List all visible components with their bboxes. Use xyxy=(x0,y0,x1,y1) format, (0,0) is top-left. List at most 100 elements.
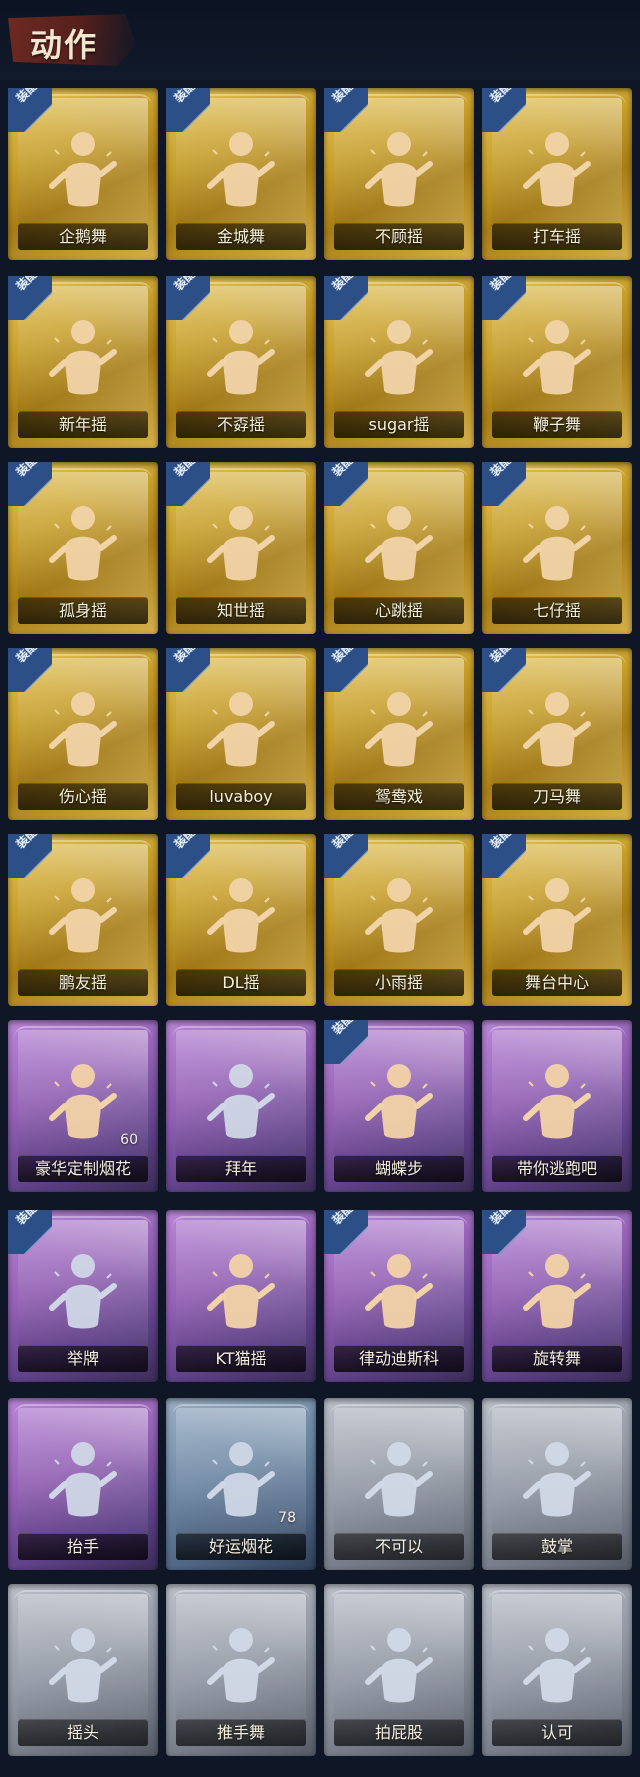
emote-card[interactable]: 装配 鞭子舞 xyxy=(482,276,632,448)
emote-card[interactable]: 装配 孤身摇 xyxy=(8,462,158,634)
equipped-badge-text: 装配 xyxy=(171,834,199,852)
equipped-badge-text: 装配 xyxy=(329,1020,357,1038)
card-label-bar: 小雨摇 xyxy=(334,969,464,996)
scroll-decoration xyxy=(172,1404,310,1426)
equipped-badge-text: 装配 xyxy=(13,462,41,480)
emote-card[interactable]: 推手舞 xyxy=(166,1584,316,1756)
emote-card[interactable]: 拜年 xyxy=(166,1020,316,1192)
emote-card[interactable]: 拍屁股 xyxy=(324,1584,474,1756)
xiaoyu-sway-icon xyxy=(356,870,442,962)
emote-label: 旋转舞 xyxy=(532,1349,581,1368)
qizai-sway-icon xyxy=(514,498,600,590)
item-count: 78 xyxy=(278,1510,296,1526)
emote-card[interactable]: 认可 xyxy=(482,1584,632,1756)
emote-label: 企鹅舞 xyxy=(58,227,107,246)
emote-card[interactable]: 60 豪华定制烟花 xyxy=(8,1020,158,1192)
emote-card[interactable]: 装配 不孬摇 xyxy=(166,276,316,448)
lonely-sway-icon xyxy=(40,498,126,590)
emote-card[interactable]: 带你逃跑吧 xyxy=(482,1020,632,1192)
emote-card[interactable]: 装配 七仔摇 xyxy=(482,462,632,634)
heartbeat-sway-icon xyxy=(356,498,442,590)
card-label-bar: DL摇 xyxy=(176,969,306,996)
emote-label: 舞台中心 xyxy=(524,973,589,992)
emote-card[interactable]: 鼓掌 xyxy=(482,1398,632,1570)
center-stage-icon xyxy=(514,870,600,962)
emote-card[interactable]: 装配 打车摇 xyxy=(482,88,632,260)
equipped-badge-text: 装配 xyxy=(329,834,357,852)
equipped-badge-text: 装配 xyxy=(487,276,515,294)
lucky-fireworks-icon xyxy=(198,1434,284,1526)
card-label-bar: 抬手 xyxy=(18,1533,148,1560)
emote-card[interactable]: 装配 举牌 xyxy=(8,1210,158,1382)
card-label-bar: 蝴蝶步 xyxy=(334,1155,464,1182)
card-label-bar: 打车摇 xyxy=(492,223,622,250)
emote-card[interactable]: 装配 新年摇 xyxy=(8,276,158,448)
emote-label: sugar摇 xyxy=(368,415,430,434)
equipped-badge-text: 装配 xyxy=(329,462,357,480)
emote-card[interactable]: 装配 鸳鸯戏 xyxy=(324,648,474,820)
emote-label: 豪华定制烟花 xyxy=(34,1159,131,1178)
emote-label: 带你逃跑吧 xyxy=(516,1159,597,1178)
emote-card[interactable]: 装配 伤心摇 xyxy=(8,648,158,820)
emote-card[interactable]: 装配 律动迪斯科 xyxy=(324,1210,474,1382)
emote-card[interactable]: KT猫摇 xyxy=(166,1210,316,1382)
equipped-badge-text: 装配 xyxy=(171,276,199,294)
emote-card[interactable]: 装配 舞台中心 xyxy=(482,834,632,1006)
emote-label: 心跳摇 xyxy=(374,601,423,620)
emote-label: 抬手 xyxy=(66,1537,99,1556)
emote-card[interactable]: 不可以 xyxy=(324,1398,474,1570)
emote-label: 不孬摇 xyxy=(216,415,265,434)
emote-grid: 装配 企鹅舞 装配 金城舞 装配 不顾摇 装配 打车摇 装配 新年摇 装配 不孬… xyxy=(8,88,632,1768)
emote-card[interactable]: 装配 sugar摇 xyxy=(324,276,474,448)
emote-card[interactable]: 装配 luvaboy xyxy=(166,648,316,820)
equipped-badge-text: 装配 xyxy=(13,276,41,294)
emote-card[interactable]: 抬手 xyxy=(8,1398,158,1570)
emote-card[interactable]: 装配 小雨摇 xyxy=(324,834,474,1006)
card-label-bar: 七仔摇 xyxy=(492,597,622,624)
emote-card[interactable]: 装配 心跳摇 xyxy=(324,462,474,634)
emote-card[interactable]: 装配 企鹅舞 xyxy=(8,88,158,260)
emote-card[interactable]: 装配 知世摇 xyxy=(166,462,316,634)
emote-card[interactable]: 装配 蝴蝶步 xyxy=(324,1020,474,1192)
butterfly-step-icon xyxy=(356,1056,442,1148)
emote-card[interactable]: 装配 DL摇 xyxy=(166,834,316,1006)
spin-dance-icon xyxy=(514,1246,600,1338)
emote-card[interactable]: 摇头 xyxy=(8,1584,158,1756)
emote-card[interactable]: 装配 刀马舞 xyxy=(482,648,632,820)
emote-card[interactable]: 装配 旋转舞 xyxy=(482,1210,632,1382)
card-label-bar: 心跳摇 xyxy=(334,597,464,624)
scroll-decoration xyxy=(14,1404,152,1426)
scroll-decoration xyxy=(488,1026,626,1048)
scroll-decoration xyxy=(172,1026,310,1048)
emote-label: 伤心摇 xyxy=(58,787,107,806)
equipped-badge-text: 装配 xyxy=(487,1210,515,1228)
card-label-bar: 举牌 xyxy=(18,1345,148,1372)
equipped-badge-text: 装配 xyxy=(329,1210,357,1228)
emote-label: 举牌 xyxy=(66,1349,99,1368)
locked-overlay xyxy=(324,1398,474,1570)
emote-label: 律动迪斯科 xyxy=(358,1349,439,1368)
pengyou-sway-icon xyxy=(40,870,126,962)
scroll-decoration xyxy=(14,1026,152,1048)
emote-card[interactable]: 装配 不顾摇 xyxy=(324,88,474,260)
equipped-badge-text: 装配 xyxy=(13,834,41,852)
locked-overlay xyxy=(8,1584,158,1756)
newyear-sway-icon xyxy=(40,312,126,404)
penguin-dance-icon xyxy=(40,124,126,216)
equipped-badge-text: 装配 xyxy=(329,276,357,294)
equipped-badge-text: 装配 xyxy=(487,648,515,666)
item-count: 60 xyxy=(120,1132,138,1148)
emote-card[interactable]: 78 好运烟花 xyxy=(166,1398,316,1570)
locked-overlay xyxy=(482,1398,632,1570)
locked-overlay xyxy=(482,1584,632,1756)
card-label-bar: 鸳鸯戏 xyxy=(334,783,464,810)
card-label-bar: 鹏友摇 xyxy=(18,969,148,996)
emote-label: 好运烟花 xyxy=(208,1537,273,1556)
emote-label: 七仔摇 xyxy=(532,601,581,620)
card-label-bar: 律动迪斯科 xyxy=(334,1345,464,1372)
emote-card[interactable]: 装配 鹏友摇 xyxy=(8,834,158,1006)
equipped-badge-text: 装配 xyxy=(13,1210,41,1228)
scroll-decoration xyxy=(172,1216,310,1238)
emote-card[interactable]: 装配 金城舞 xyxy=(166,88,316,260)
equipped-badge-text: 装配 xyxy=(171,88,199,106)
